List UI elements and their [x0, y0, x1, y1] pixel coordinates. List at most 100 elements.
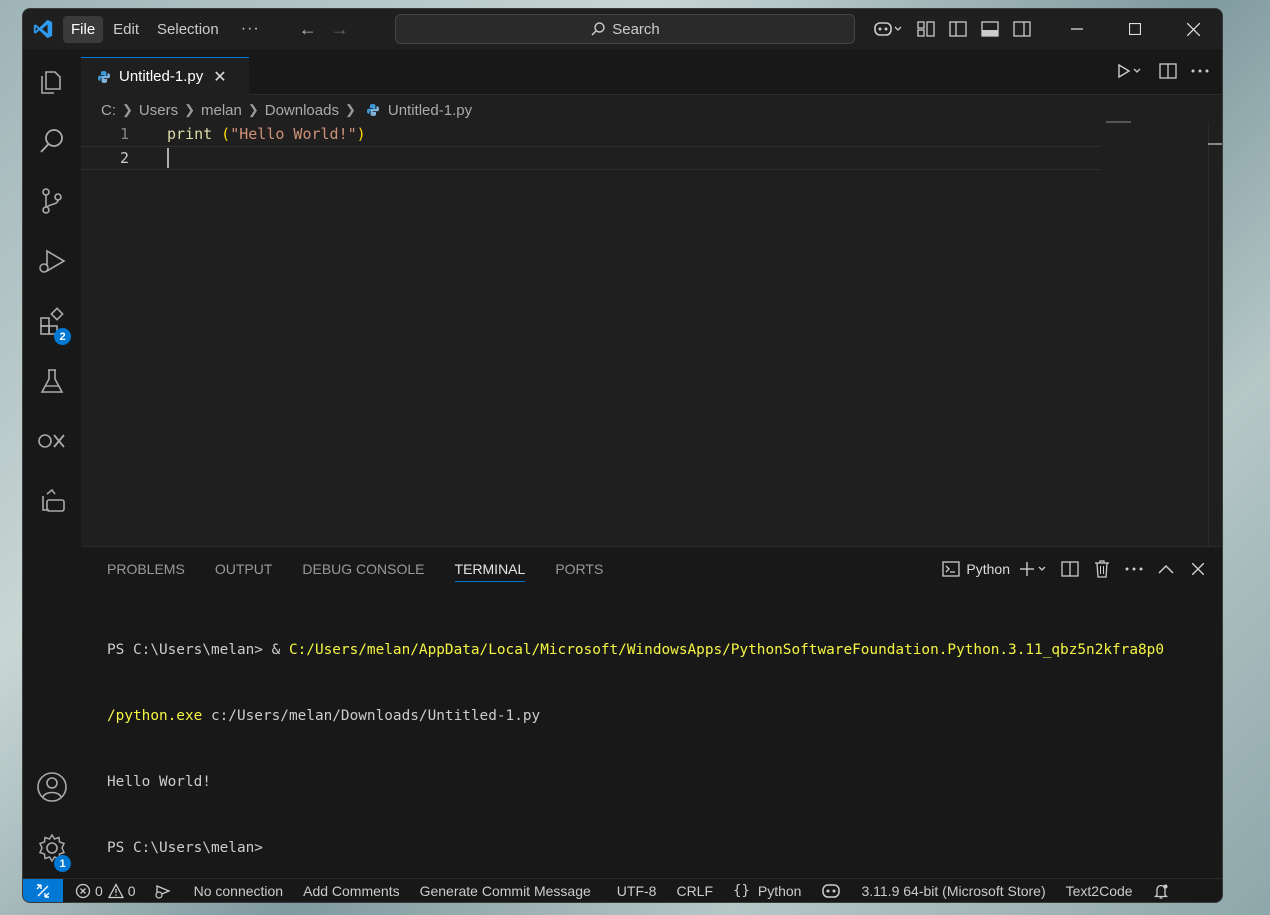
extensions-icon[interactable]: 2 [23, 297, 81, 345]
chevron-right-icon: ❯ [122, 102, 133, 117]
code-editor[interactable]: 1 print ("Hello World!") 2 [81, 122, 1101, 552]
breadcrumb-item[interactable]: Untitled-1.py [388, 102, 472, 119]
close-window-icon[interactable] [1164, 9, 1222, 49]
python-file-icon [98, 70, 110, 83]
menu-more[interactable]: ··· [229, 16, 272, 42]
language-label: Python [757, 882, 802, 899]
chevron-right-icon: ❯ [247, 102, 259, 117]
new-terminal-icon[interactable] [1014, 561, 1054, 577]
warning-count: 0 [127, 882, 136, 899]
vscode-logo-icon [23, 9, 63, 49]
search-sidebar-icon[interactable] [23, 117, 81, 165]
run-debug-icon[interactable] [23, 237, 81, 285]
search-label: Search [612, 20, 660, 38]
maximize-panel-icon[interactable] [1150, 564, 1182, 574]
terminal-output[interactable]: PS C:\Users\melan> & C:/Users/melan/AppD… [107, 595, 1208, 902]
forward-arrow-icon[interactable]: → [324, 19, 356, 40]
minimap[interactable] [1106, 121, 1131, 123]
menu-edit[interactable]: Edit [105, 16, 147, 43]
generate-commit-message-button[interactable]: Generate Commit Message [420, 883, 591, 899]
text-cursor [167, 148, 169, 168]
code-function: print [167, 125, 213, 143]
split-editor-icon[interactable] [1152, 63, 1184, 79]
code-line-current: 2 [81, 146, 1101, 170]
back-arrow-icon[interactable]: ← [292, 19, 324, 40]
account-icon[interactable] [23, 763, 81, 811]
run-python-file-icon[interactable] [1108, 63, 1152, 79]
breadcrumb-item[interactable]: melan [201, 102, 242, 119]
menu-selection[interactable]: Selection [149, 16, 227, 43]
split-terminal-icon[interactable] [1054, 561, 1086, 577]
error-count: 0 [95, 882, 103, 899]
terminal-line: /python.exe c:/Users/melan/Downloads/Unt… [107, 705, 1208, 727]
live-share-icon[interactable] [154, 883, 176, 899]
terminal-path: C:/Users/melan/AppData/Local/Microsoft/W… [288, 642, 1165, 658]
toggle-panel-icon[interactable] [974, 9, 1006, 49]
terminal-arg: c:/Users/melan/Downloads/Untitled-1.py [202, 708, 541, 724]
terminal-line: PS C:\Users\melan> & C:/Users/melan/AppD… [107, 639, 1208, 661]
extensions-badge: 2 [54, 328, 71, 345]
breadcrumb-item[interactable]: Users [139, 102, 178, 119]
toggle-secondary-sidebar-icon[interactable] [1006, 9, 1038, 49]
close-panel-icon[interactable] [1182, 563, 1214, 575]
language-mode[interactable]: {} Python [733, 883, 801, 899]
title-bar-controls [866, 9, 1222, 49]
tab-output[interactable]: OUTPUT [215, 561, 273, 582]
terminal-profile[interactable]: Python [942, 560, 1010, 578]
chevron-right-icon: ❯ [344, 102, 356, 117]
remote-explorer-icon[interactable] [23, 417, 81, 465]
code-line: 1 print ("Hello World!") [81, 122, 1101, 146]
warning-icon [107, 882, 124, 898]
terminal-prompt: PS C:\Users\melan> & [107, 642, 289, 658]
python-file-icon [366, 104, 379, 116]
code-string: "Hello World!" [230, 125, 357, 143]
source-control-icon[interactable] [23, 177, 81, 225]
tab-untitled-1[interactable]: Untitled-1.py ✕ [81, 57, 249, 95]
terminal-profile-label: Python [966, 561, 1010, 577]
tab-ports[interactable]: PORTS [555, 561, 603, 582]
python-interpreter[interactable]: 3.11.9 64-bit (Microsoft Store) [861, 883, 1045, 899]
testing-icon[interactable] [23, 357, 81, 405]
kill-terminal-icon[interactable] [1086, 560, 1118, 578]
code-bracket: ) [356, 125, 366, 143]
editor-scrollbar[interactable] [1208, 122, 1222, 552]
more-actions-icon[interactable] [1118, 567, 1150, 571]
editor-actions [1108, 63, 1216, 79]
close-tab-icon[interactable]: ✕ [213, 67, 226, 87]
more-actions-icon[interactable] [1184, 69, 1216, 73]
terminal-line: PS C:\Users\melan> [107, 840, 263, 856]
notifications-bell-icon[interactable] [1153, 883, 1173, 899]
vscode-window: File Edit Selection ··· ← → Search 2 1 U… [22, 8, 1223, 903]
maximize-icon[interactable] [1106, 9, 1164, 49]
connection-status[interactable]: No connection [194, 883, 284, 899]
eol-status[interactable]: CRLF [676, 883, 713, 899]
remote-indicator-icon[interactable] [23, 878, 63, 902]
settings-gear-icon[interactable]: 1 [23, 824, 81, 872]
terminal-icon [942, 561, 961, 577]
tab-problems[interactable]: PROBLEMS [107, 561, 185, 582]
customize-layout-icon[interactable] [910, 9, 942, 49]
breadcrumb-item[interactable]: Downloads [265, 102, 339, 119]
tab-debug-console[interactable]: DEBUG CONSOLE [302, 561, 424, 582]
toggle-sidebar-icon[interactable] [942, 9, 974, 49]
docker-icon[interactable] [23, 477, 81, 525]
breadcrumb-item[interactable]: C: [101, 102, 116, 119]
explorer-icon[interactable] [23, 57, 81, 105]
add-comments-button[interactable]: Add Comments [303, 883, 399, 899]
tab-label: Untitled-1.py [119, 68, 204, 85]
copilot-status-icon[interactable] [821, 883, 845, 899]
encoding-status[interactable]: UTF-8 [617, 883, 657, 899]
text2code-status[interactable]: Text2Code [1066, 883, 1133, 899]
problems-status[interactable]: 0 0 [75, 883, 136, 899]
bottom-panel: PROBLEMS OUTPUT DEBUG CONSOLE TERMINAL P… [81, 546, 1222, 878]
copilot-icon[interactable] [866, 9, 910, 49]
search-box[interactable]: Search [395, 14, 855, 44]
error-icon [75, 883, 91, 898]
tab-terminal[interactable]: TERMINAL [454, 561, 526, 582]
activity-bar: 2 1 [23, 49, 81, 878]
line-number: 1 [119, 125, 129, 143]
editor-tabs: Untitled-1.py ✕ [81, 49, 1222, 95]
menu-file[interactable]: File [63, 15, 104, 43]
chevron-right-icon: ❯ [184, 102, 195, 117]
minimize-icon[interactable] [1048, 9, 1106, 49]
